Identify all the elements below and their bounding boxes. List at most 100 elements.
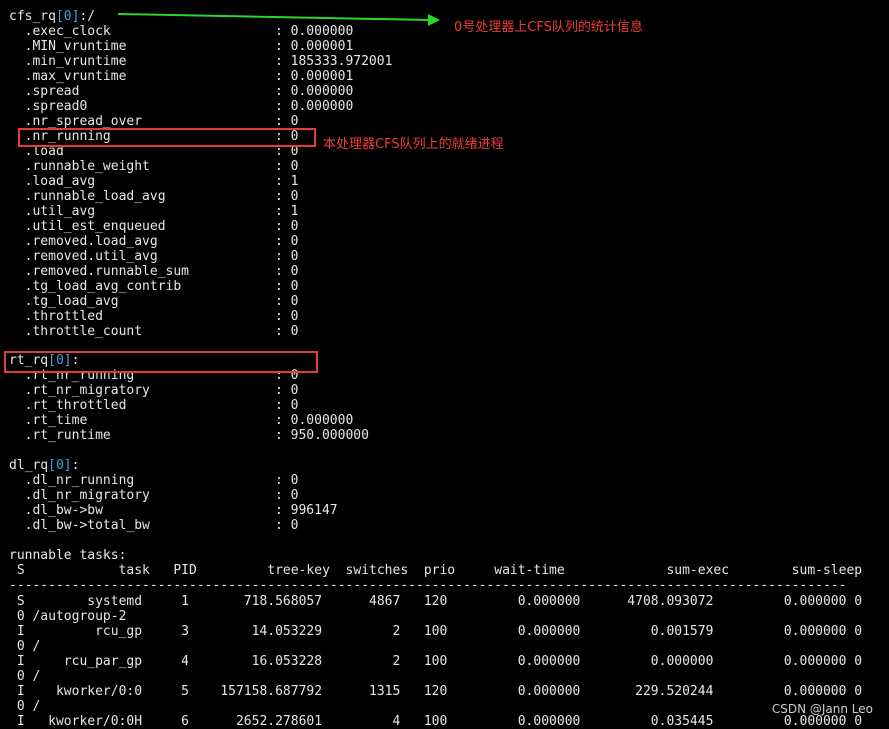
stat-row: .removed.load_avg: 0 (9, 234, 299, 249)
stat-key: .rt_runtime (9, 428, 111, 443)
task-row: I rcu_par_gp 4 16.053228 2 100 0.000000 … (9, 654, 863, 669)
stat-key: .rt_time (9, 413, 88, 428)
task-row: I kworker/0:0H 6 2652.278601 4 100 0.000… (9, 714, 863, 729)
stat-colon: : (275, 114, 291, 129)
stat-row: .throttled: 0 (9, 309, 299, 324)
stat-colon: : (275, 309, 291, 324)
stat-key: .rt_throttled (9, 398, 127, 413)
stat-colon: : (275, 518, 291, 533)
stat-value: 0 (290, 264, 299, 279)
stat-row: .removed.util_avg: 0 (9, 249, 299, 264)
stat-row: .util_est_enqueued: 0 (9, 219, 299, 234)
stat-row: .load_avg: 1 (9, 174, 299, 189)
stat-row: .spread0: 0.000000 (9, 99, 354, 114)
stat-value: 0.000000 (290, 84, 354, 99)
stat-row: .rt_runtime: 950.000000 (9, 428, 369, 443)
watermark: CSDN @Jann Leo (771, 702, 873, 716)
stat-value: 0 (290, 324, 299, 339)
stat-row: .dl_nr_migratory: 0 (9, 488, 299, 503)
stat-key: .max_vruntime (9, 69, 127, 84)
stat-row: .dl_nr_running: 0 (9, 473, 299, 488)
stat-row: .rt_throttled: 0 (9, 398, 299, 413)
stat-key: .dl_bw->bw (9, 503, 103, 518)
stat-row: .spread: 0.000000 (9, 84, 354, 99)
nr-running-annotation: 本处理器CFS队列上的就绪进程 (323, 137, 504, 152)
task-row: 0 / (9, 639, 41, 654)
task-row: I rcu_gp 3 14.053229 2 100 0.000000 0.00… (9, 624, 863, 639)
stat-colon: : (275, 383, 291, 398)
section-name: dl_rq (9, 458, 49, 473)
task-row: S systemd 1 718.568057 4867 120 0.000000… (9, 594, 863, 609)
section-suffix: : (71, 458, 80, 473)
stat-value: 0 (290, 518, 299, 533)
stat-key: .throttle_count (9, 324, 143, 339)
stat-value: 996147 (290, 503, 338, 518)
stat-key: .throttled (9, 309, 103, 324)
stat-row: .nr_spread_over: 0 (9, 114, 299, 129)
stat-row: .dl_bw->total_bw: 0 (9, 518, 299, 533)
stat-colon: : (275, 69, 291, 84)
task-row: 0 / (9, 699, 41, 714)
arrow-icon (117, 13, 440, 26)
stat-value: 0 (290, 473, 299, 488)
stat-row: .tg_load_avg: 0 (9, 294, 299, 309)
stat-value: 0 (290, 488, 299, 503)
stat-key: .removed.load_avg (9, 234, 158, 249)
stat-colon: : (275, 503, 291, 518)
stat-value: 950.000000 (290, 428, 369, 443)
stat-row: .rt_time: 0.000000 (9, 413, 354, 428)
stat-colon: : (275, 99, 291, 114)
stat-row: .dl_bw->bw: 996147 (9, 503, 338, 518)
stat-colon: : (275, 189, 291, 204)
stat-row: .runnable_load_avg: 0 (9, 189, 299, 204)
stat-colon: : (275, 264, 291, 279)
stat-key: .nr_spread_over (9, 114, 143, 129)
stat-colon: : (275, 204, 291, 219)
stat-value: 0 (290, 398, 299, 413)
stat-colon: : (275, 174, 291, 189)
stat-value: 0 (290, 159, 299, 174)
stat-colon: : (275, 398, 291, 413)
stat-value: 1 (290, 174, 299, 189)
stat-value: 0.000000 (290, 99, 354, 114)
stat-value: 0 (290, 114, 299, 129)
stat-key: .dl_nr_running (9, 473, 135, 488)
stat-row: .max_vruntime: 0.000001 (9, 69, 354, 84)
stat-key: .load_avg (9, 174, 96, 189)
stat-colon: : (275, 428, 291, 443)
task-row: I kworker/0:0 5 157158.687792 1315 120 0… (9, 684, 863, 699)
stat-value: 0 (290, 189, 299, 204)
stat-colon: : (275, 249, 291, 264)
stat-colon: : (275, 234, 291, 249)
stat-key: .runnable_weight (9, 159, 150, 174)
stat-key: .util_avg (9, 204, 96, 219)
stat-key: .tg_load_avg (9, 294, 119, 309)
stat-value: 0 (290, 234, 299, 249)
stat-colon: : (275, 473, 291, 488)
task-table-separator: ----------------------------------------… (9, 578, 847, 593)
stat-key: .dl_bw->total_bw (9, 518, 150, 533)
stat-row: .rt_nr_migratory: 0 (9, 383, 299, 398)
stat-row: .runnable_weight: 0 (9, 159, 299, 174)
stat-row: .util_avg: 1 (9, 204, 299, 219)
stat-colon: : (275, 84, 291, 99)
task-row: 0 / (9, 669, 41, 684)
stat-key: .spread0 (9, 99, 88, 114)
stat-value: 0.000001 (290, 69, 354, 84)
stat-value: 0 (290, 294, 299, 309)
task-table-header: S task PID tree-key switches prio wait-t… (9, 563, 863, 578)
stat-colon: : (275, 159, 291, 174)
task-row: 0 /autogroup-2 (9, 609, 127, 624)
stat-value: 1 (290, 204, 299, 219)
stat-key: .dl_nr_migratory (9, 488, 150, 503)
stat-row: .tg_load_avg_contrib: 0 (9, 279, 299, 294)
rt-rq-highlight (4, 351, 318, 373)
stat-colon: : (275, 219, 291, 234)
stat-row: .throttle_count: 0 (9, 324, 299, 339)
stat-key: .rt_nr_migratory (9, 383, 150, 398)
stat-row: .removed.runnable_sum: 0 (9, 264, 299, 279)
stat-key: .removed.util_avg (9, 249, 158, 264)
stat-colon: : (275, 279, 291, 294)
stat-colon: : (275, 413, 291, 428)
stat-key: .runnable_load_avg (9, 189, 166, 204)
